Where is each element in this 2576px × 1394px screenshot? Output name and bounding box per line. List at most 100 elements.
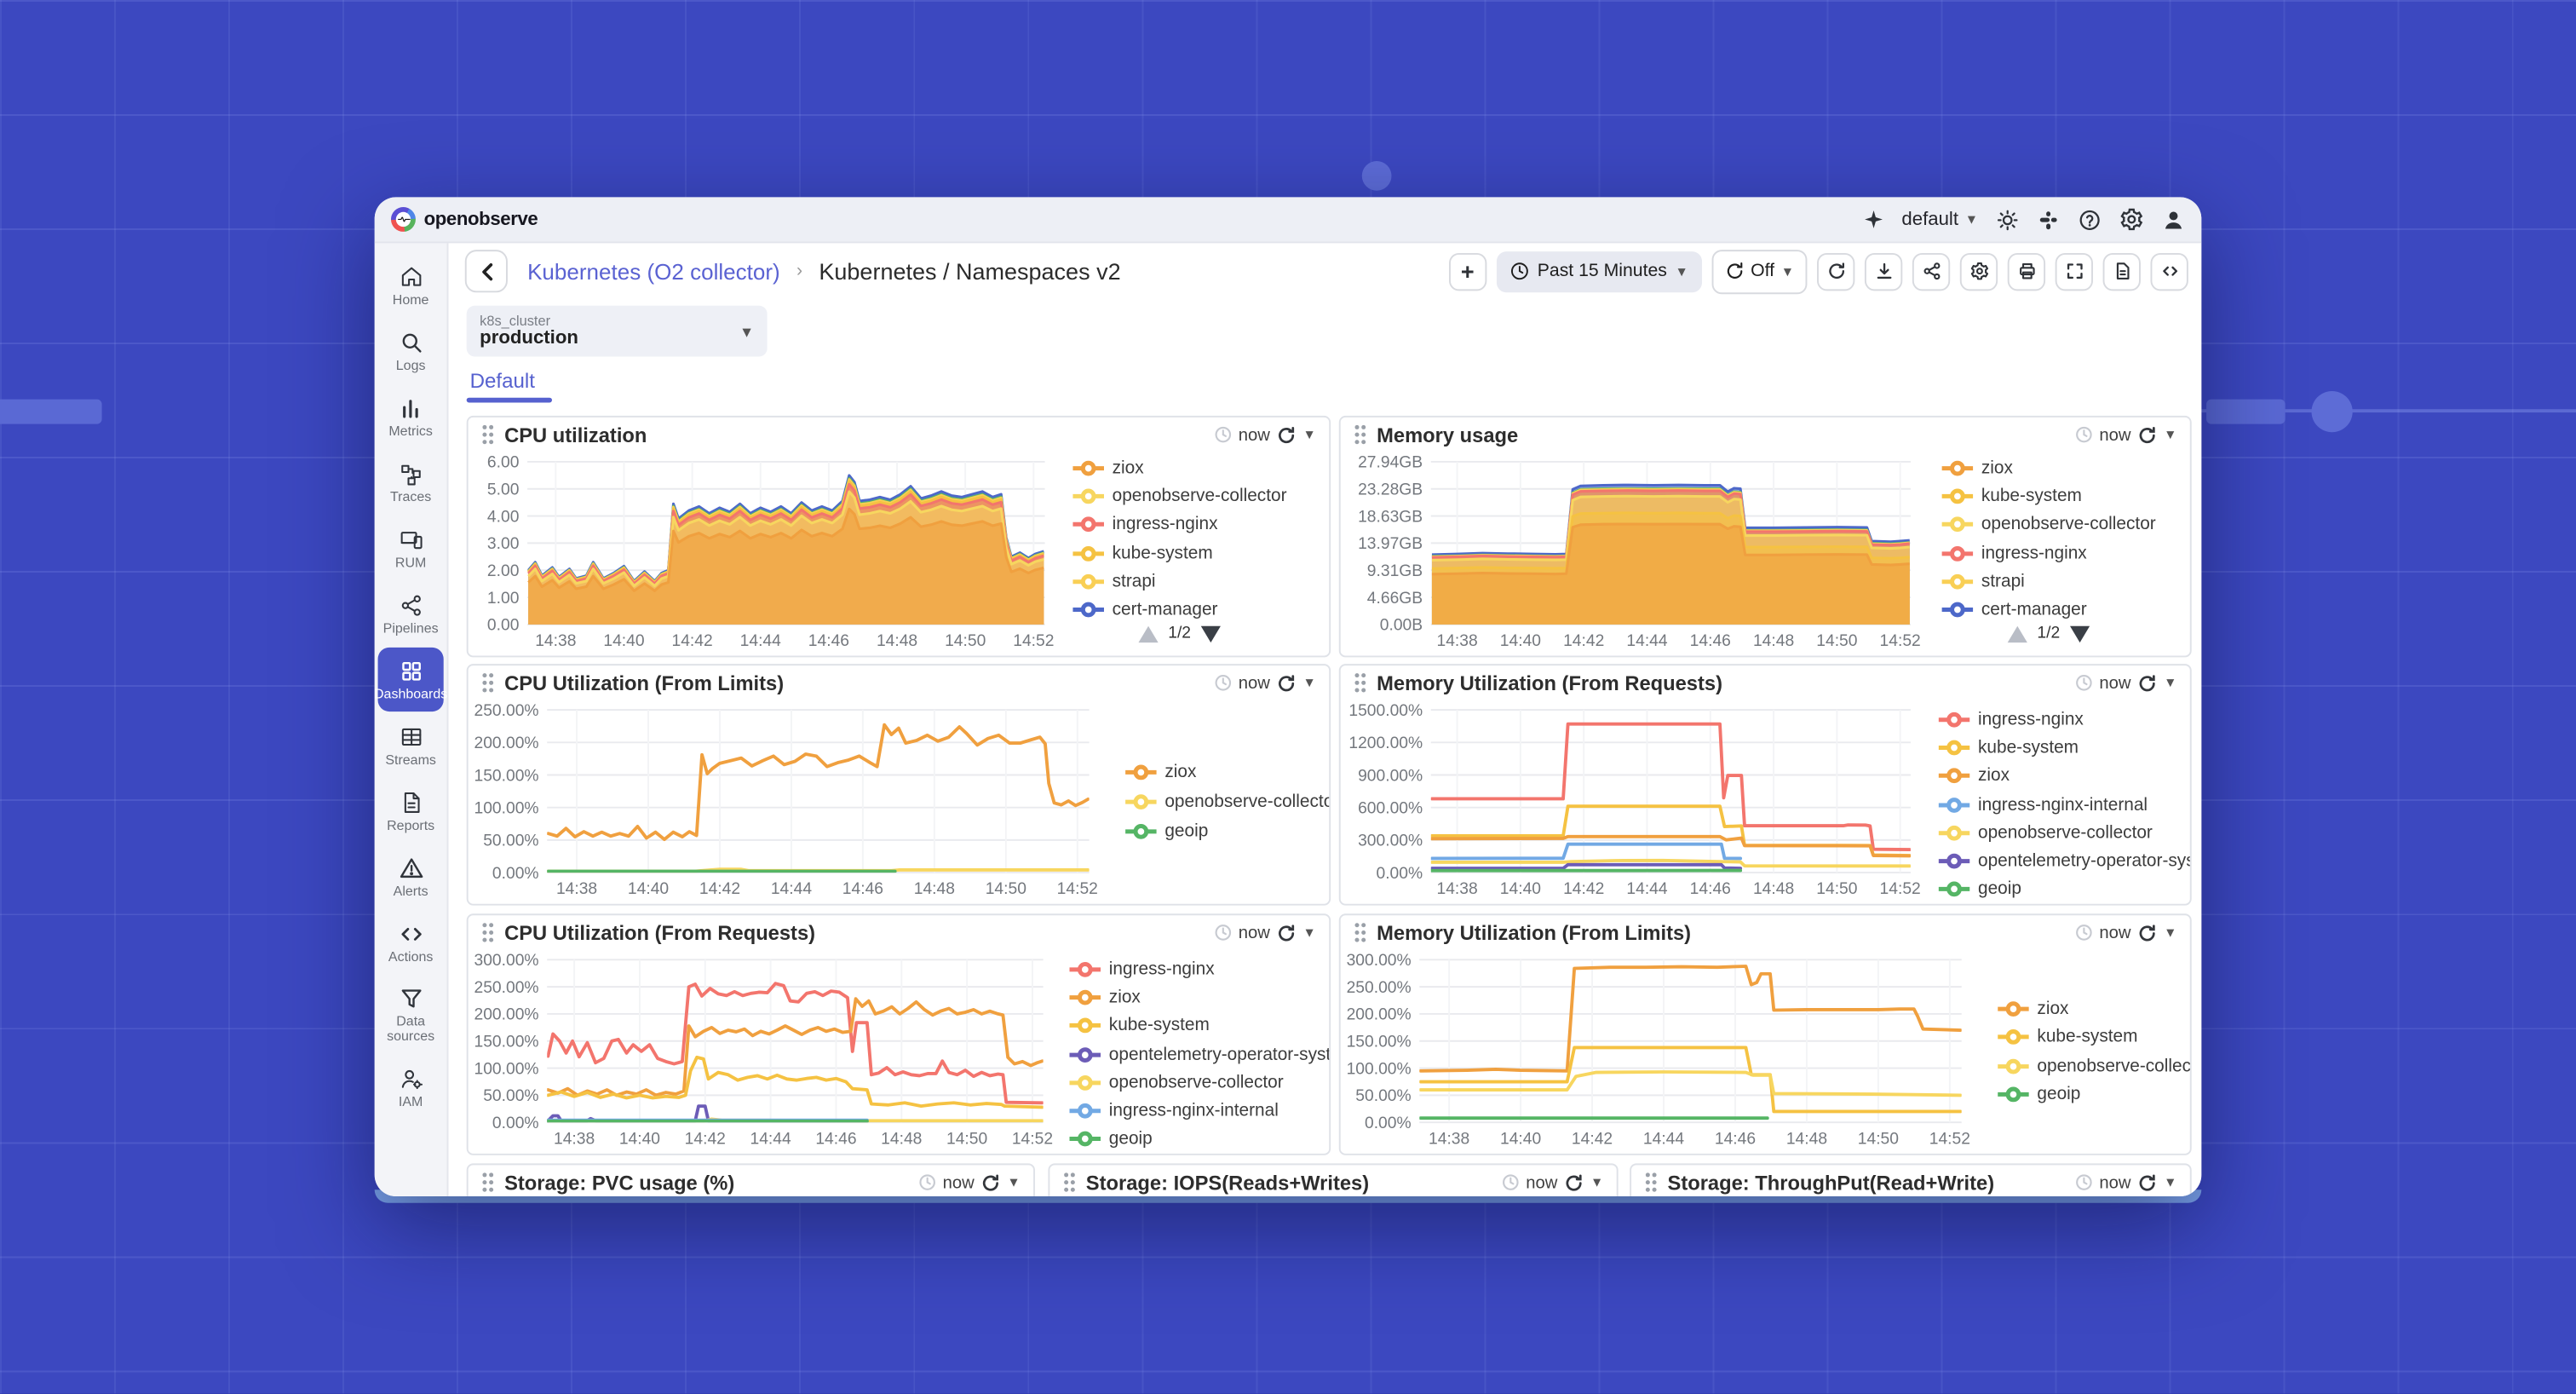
panel-refresh-icon[interactable] xyxy=(2137,1172,2157,1192)
tab-default[interactable]: Default xyxy=(467,360,538,402)
svg-text:14:52: 14:52 xyxy=(1013,632,1054,650)
sidebar-item-actions[interactable]: Actions xyxy=(378,910,444,974)
legend-item-openobserve-collector[interactable]: openobserve-collector xyxy=(1072,482,1286,510)
legend-item-cert-manager[interactable]: cert-manager xyxy=(1942,596,2156,624)
svg-text:0.00: 0.00 xyxy=(487,617,519,635)
auto-refresh-value: Off xyxy=(1751,262,1774,281)
legend-item-geoip[interactable]: geoip xyxy=(1069,1126,1331,1154)
svg-text:14:48: 14:48 xyxy=(914,880,955,898)
legend-item-strapi[interactable]: strapi xyxy=(1942,567,2156,596)
back-button[interactable] xyxy=(465,250,508,292)
dashboard-settings-button[interactable] xyxy=(1960,252,1998,290)
svg-text:100.00%: 100.00% xyxy=(1347,1060,1412,1078)
sidebar-item-iam[interactable]: IAM xyxy=(378,1055,444,1119)
legend-item-strapi[interactable]: strapi xyxy=(1072,567,1286,596)
svg-text:14:48: 14:48 xyxy=(1786,1130,1827,1148)
theme-sun-icon[interactable] xyxy=(1996,208,2019,231)
sidebar-item-metrics[interactable]: Metrics xyxy=(378,384,444,448)
legend-item-openobserve-collector[interactable]: openobserve-collector xyxy=(1125,787,1331,817)
legend-item-opentelemetry-operator-system[interactable]: opentelemetry-operator-system xyxy=(1939,847,2192,875)
legend-item-ziox[interactable]: ziox xyxy=(1072,453,1286,481)
json-view-button[interactable] xyxy=(2103,252,2141,290)
settings-gear-icon[interactable] xyxy=(2119,207,2144,232)
panel-memory-utilization-from-limits-: Memory Utilization (From Limits) now ▼ 0… xyxy=(1339,913,2192,1155)
print-button[interactable] xyxy=(2008,252,2045,290)
svg-text:0.00%: 0.00% xyxy=(492,865,539,883)
legend-item-cert-manager[interactable]: cert-manager xyxy=(1072,596,1286,624)
fullscreen-button[interactable] xyxy=(2056,252,2093,290)
sidebar-item-pipelines[interactable]: Pipelines xyxy=(378,582,444,646)
svg-text:14:46: 14:46 xyxy=(1715,1130,1756,1148)
legend-item-ingress-nginx[interactable]: ingress-nginx xyxy=(1942,539,2156,567)
export-button[interactable] xyxy=(1865,252,1902,290)
openobserve-window: openobserve default ▼ xyxy=(375,197,2202,1196)
legend-item-kube-system[interactable]: kube-system xyxy=(1069,1011,1331,1040)
legend-page-up-icon[interactable] xyxy=(1138,625,1158,642)
legend-page-indicator: 1/2 xyxy=(1168,625,1191,642)
legend-page-up-icon[interactable] xyxy=(2008,625,2027,642)
sidebar-item-streams[interactable]: Streams xyxy=(378,713,444,777)
legend-item-kube-system[interactable]: kube-system xyxy=(1998,1023,2192,1052)
legend-page-down-icon[interactable] xyxy=(1201,625,1221,642)
sidebar-item-reports[interactable]: Reports xyxy=(378,779,444,843)
time-range-selector[interactable]: Past 15 Minutes ▼ xyxy=(1497,251,1702,291)
svg-text:14:50: 14:50 xyxy=(946,1130,987,1148)
sparkle-icon[interactable] xyxy=(1862,209,1883,230)
sidebar-item-label: Home xyxy=(393,292,429,307)
sidebar-item-rum[interactable]: RUM xyxy=(378,516,444,580)
sidebar-item-dashboards[interactable]: Dashboards xyxy=(378,648,444,711)
drag-handle-icon[interactable] xyxy=(481,1172,494,1193)
legend-page-down-icon[interactable] xyxy=(2070,625,2090,642)
apps-icon[interactable] xyxy=(2037,208,2060,231)
chart-legend: zioxkube-systemopenobserve-collectoringr… xyxy=(1942,453,2156,624)
svg-text:14:40: 14:40 xyxy=(628,880,669,898)
legend-item-geoip[interactable]: geoip xyxy=(1939,876,2192,904)
legend-item-geoip[interactable]: geoip xyxy=(1125,816,1331,846)
legend-item-opentelemetry-operator-system[interactable]: opentelemetry-operator-system xyxy=(1069,1040,1331,1069)
refresh-dashboard-button[interactable] xyxy=(1817,252,1854,290)
share-button[interactable] xyxy=(1912,252,1950,290)
svg-text:0.00%: 0.00% xyxy=(1365,1115,1412,1132)
add-panel-button[interactable]: + xyxy=(1449,252,1486,290)
legend-item-ziox[interactable]: ziox xyxy=(1069,983,1331,1011)
sidebar-item-logs[interactable]: Logs xyxy=(378,319,444,383)
legend-item-ingress-nginx-internal[interactable]: ingress-nginx-internal xyxy=(1939,790,2192,818)
variable-dropdown-k8s-cluster[interactable]: k8s_cluster production ▼ xyxy=(467,306,768,357)
sidebar-item-data-sources[interactable]: Datasources xyxy=(378,976,444,1054)
drag-handle-icon[interactable] xyxy=(1644,1172,1657,1193)
user-icon[interactable] xyxy=(2162,208,2185,231)
chevron-down-icon[interactable]: ▼ xyxy=(2164,1175,2176,1190)
legend-item-openobserve-collector[interactable]: openobserve-collector xyxy=(1069,1069,1331,1097)
legend-item-openobserve-collector[interactable]: openobserve-collector xyxy=(1998,1051,2192,1080)
legend-item-kube-system[interactable]: kube-system xyxy=(1942,482,2156,510)
legend-item-openobserve-collector[interactable]: openobserve-collector xyxy=(1942,510,2156,539)
legend-item-ingress-nginx[interactable]: ingress-nginx xyxy=(1939,705,2192,733)
svg-text:600.00%: 600.00% xyxy=(1358,799,1423,817)
sidebar-item-alerts[interactable]: Alerts xyxy=(378,844,444,908)
breadcrumb-folder-link[interactable]: Kubernetes (O2 collector) xyxy=(527,259,780,284)
chevron-down-icon[interactable]: ▼ xyxy=(1590,1175,1603,1190)
legend-item-kube-system[interactable]: kube-system xyxy=(1939,734,2192,762)
legend-item-openobserve-collector[interactable]: openobserve-collector xyxy=(1939,819,2192,847)
panel-refresh-icon[interactable] xyxy=(981,1172,1001,1192)
sidebar-item-home[interactable]: Home xyxy=(378,253,444,317)
legend-item-ziox[interactable]: ziox xyxy=(1942,453,2156,481)
help-icon[interactable] xyxy=(2079,208,2102,231)
legend-item-ingress-nginx-internal[interactable]: ingress-nginx-internal xyxy=(1069,1097,1331,1125)
legend-item-ziox[interactable]: ziox xyxy=(1998,994,2192,1023)
sidebar-item-traces[interactable]: Traces xyxy=(378,450,444,514)
query-inspector-button[interactable] xyxy=(2150,252,2188,290)
legend-item-ingress-nginx[interactable]: ingress-nginx xyxy=(1072,510,1286,539)
auto-refresh-selector[interactable]: Off ▼ xyxy=(1711,249,1808,293)
legend-item-ziox[interactable]: ziox xyxy=(1125,757,1331,787)
chevron-down-icon[interactable]: ▼ xyxy=(1007,1175,1020,1190)
background-node-bar xyxy=(2206,400,2286,424)
legend-item-ziox[interactable]: ziox xyxy=(1939,762,2192,790)
legend-item-ingress-nginx[interactable]: ingress-nginx xyxy=(1069,954,1331,982)
legend-item-kube-system[interactable]: kube-system xyxy=(1072,539,1286,567)
panel-refresh-icon[interactable] xyxy=(1564,1172,1584,1192)
legend-item-geoip[interactable]: geoip xyxy=(1998,1080,2192,1109)
drag-handle-icon[interactable] xyxy=(1063,1172,1076,1193)
org-selector[interactable]: default ▼ xyxy=(1901,210,1978,229)
openobserve-logo[interactable]: openobserve xyxy=(391,207,538,232)
